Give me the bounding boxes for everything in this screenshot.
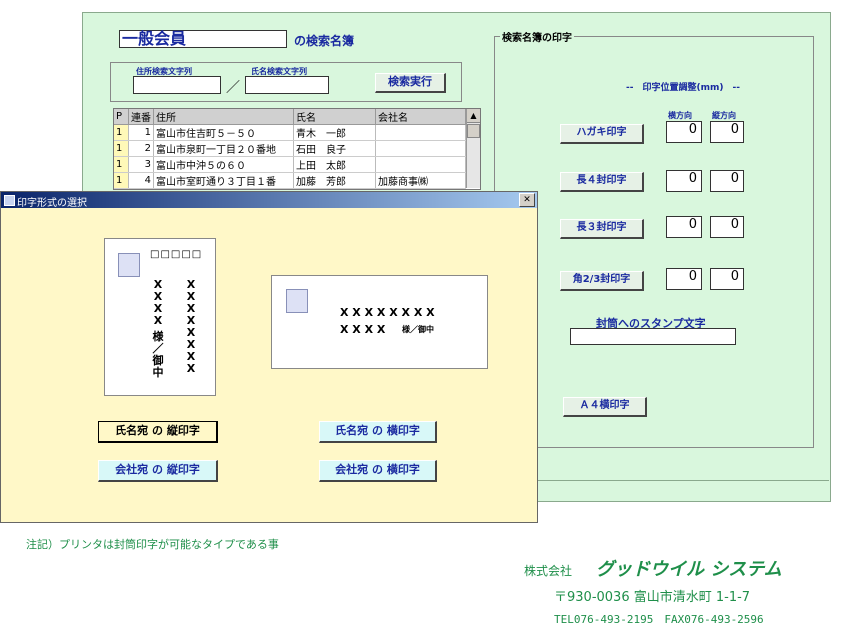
cell-address: 富山市室町通り３丁目１番: [153, 172, 294, 189]
honorific-suffix: 様／御中: [402, 325, 434, 334]
kaku-print-button[interactable]: 角2/3封印字: [560, 271, 644, 291]
vertical-name-column: XX XX XX XX: [186, 278, 196, 375]
horizontal-address-line: X X X X X X X X: [340, 306, 435, 319]
grid-scrollbar[interactable]: ▲: [466, 109, 480, 188]
cell-p[interactable]: 1: [114, 140, 129, 157]
cell-company: [375, 156, 466, 173]
long3-v-offset[interactable]: 0: [710, 216, 744, 238]
form-divider: [535, 480, 829, 481]
vertical-address-column: XX XX 様 ／御 中: [152, 278, 164, 379]
print-format-dialog[interactable]: 印字形式の選択 ✕ □□□□□ XX XX 様 ／御 中 XX XX XX XX…: [0, 191, 538, 523]
cell-number: 2: [128, 140, 154, 157]
position-adjust-header: -- 印字位置調整(mm) --: [626, 83, 740, 93]
print-panel: [494, 36, 814, 448]
horizontal-label: 横方向: [668, 111, 692, 120]
cell-address: 富山市泉町一丁目２０番地: [153, 140, 294, 157]
cell-company: 加藤商事㈱: [375, 172, 466, 189]
long4-print-button[interactable]: 長４封印字: [560, 172, 644, 192]
cell-name: 石田 良子: [293, 140, 376, 157]
cell-number: 3: [128, 156, 154, 173]
scroll-thumb[interactable]: [467, 124, 480, 138]
scroll-up-icon[interactable]: ▲: [467, 109, 480, 123]
company-name: グッドウイル システム: [596, 559, 782, 580]
member-type-field[interactable]: 一般会員: [119, 30, 287, 48]
print-panel-title: 検索名簿の印字: [500, 29, 574, 44]
name-vertical-print-button[interactable]: 氏名宛 の 縦印字: [98, 421, 218, 443]
long3-h-offset[interactable]: 0: [666, 216, 702, 238]
cell-p[interactable]: 1: [114, 172, 129, 189]
long4-v-offset[interactable]: 0: [710, 170, 744, 192]
company-vertical-print-button[interactable]: 会社宛 の 縦印字: [98, 460, 218, 482]
postcard-print-button[interactable]: ハガキ印字: [560, 124, 644, 144]
cell-address: 富山市中沖５の６０: [153, 156, 294, 173]
stamp-text-input[interactable]: [570, 328, 736, 345]
col-p[interactable]: P: [114, 109, 129, 125]
long4-h-offset[interactable]: 0: [666, 170, 702, 192]
horizontal-name-line: X X X X: [340, 323, 386, 336]
grid-header-row: P 連番 住所 氏名 会社名: [114, 109, 466, 125]
member-type-value: 一般会員: [122, 29, 187, 48]
stamp-area-icon: [286, 289, 308, 313]
member-grid[interactable]: P 連番 住所 氏名 会社名 1 1 富山市住吉町５－５０ 青木 一郎 1 2 …: [113, 108, 481, 190]
dialog-title: 印字形式の選択: [17, 198, 87, 209]
table-row[interactable]: 1 4 富山市室町通り３丁目１番 加藤 芳郎 加藤商事㈱: [114, 172, 466, 189]
company-prefix: 株式会社: [524, 564, 573, 578]
long3-print-button[interactable]: 長３封印字: [560, 219, 644, 239]
close-icon[interactable]: ✕: [519, 193, 535, 207]
cell-number: 1: [128, 124, 154, 141]
kaku-h-offset[interactable]: 0: [666, 268, 702, 290]
cell-number: 4: [128, 172, 154, 189]
postal-code-boxes: □□□□□: [150, 249, 203, 260]
cell-company: [375, 124, 466, 141]
table-row[interactable]: 1 1 富山市住吉町５－５０ 青木 一郎: [114, 124, 466, 141]
cell-p[interactable]: 1: [114, 124, 129, 141]
horizontal-envelope-sample: X X X X X X X X X X X X 様／御中: [271, 275, 488, 369]
vertical-label: 縦方向: [712, 111, 736, 120]
name-horizontal-print-button[interactable]: 氏名宛 の 横印字: [319, 421, 437, 443]
name-search-input[interactable]: [245, 76, 329, 94]
col-name[interactable]: 氏名: [293, 109, 376, 125]
company-horizontal-print-button[interactable]: 会社宛 の 横印字: [319, 460, 437, 482]
col-company[interactable]: 会社名: [375, 109, 466, 125]
stamp-area-icon: [118, 253, 140, 277]
cell-company: [375, 140, 466, 157]
col-number[interactable]: 連番: [128, 109, 154, 125]
col-address[interactable]: 住所: [153, 109, 294, 125]
window-icon: [4, 195, 15, 206]
company-address: 〒930-0036 富山市清水町 1-1-7: [554, 590, 751, 605]
kaku-v-offset[interactable]: 0: [710, 268, 744, 290]
company-contact: TEL076-493-2195 FAX076-493-2596: [554, 613, 764, 626]
member-list-suffix: の検索名簿: [294, 34, 355, 48]
vertical-envelope-sample: □□□□□ XX XX 様 ／御 中 XX XX XX XX: [104, 238, 216, 396]
postcard-v-offset[interactable]: 0: [710, 121, 744, 143]
postcard-h-offset[interactable]: 0: [666, 121, 702, 143]
cell-name: 上田 太郎: [293, 156, 376, 173]
table-row[interactable]: 1 3 富山市中沖５の６０ 上田 太郎: [114, 156, 466, 173]
table-row[interactable]: 1 2 富山市泉町一丁目２０番地 石田 良子: [114, 140, 466, 157]
address-search-input[interactable]: [133, 76, 221, 94]
cell-name: 加藤 芳郎: [293, 172, 376, 189]
a4-landscape-print-button[interactable]: Ａ４横印字: [563, 397, 647, 417]
cell-p[interactable]: 1: [114, 156, 129, 173]
search-separator: ／: [226, 80, 240, 96]
printer-note: 注記）プリンタは封筒印字が可能なタイプである事: [26, 538, 279, 551]
dialog-titlebar[interactable]: 印字形式の選択 ✕: [1, 192, 537, 209]
cell-name: 青木 一郎: [293, 124, 376, 141]
search-execute-button[interactable]: 検索実行: [375, 73, 446, 93]
cell-address: 富山市住吉町５－５０: [153, 124, 294, 141]
